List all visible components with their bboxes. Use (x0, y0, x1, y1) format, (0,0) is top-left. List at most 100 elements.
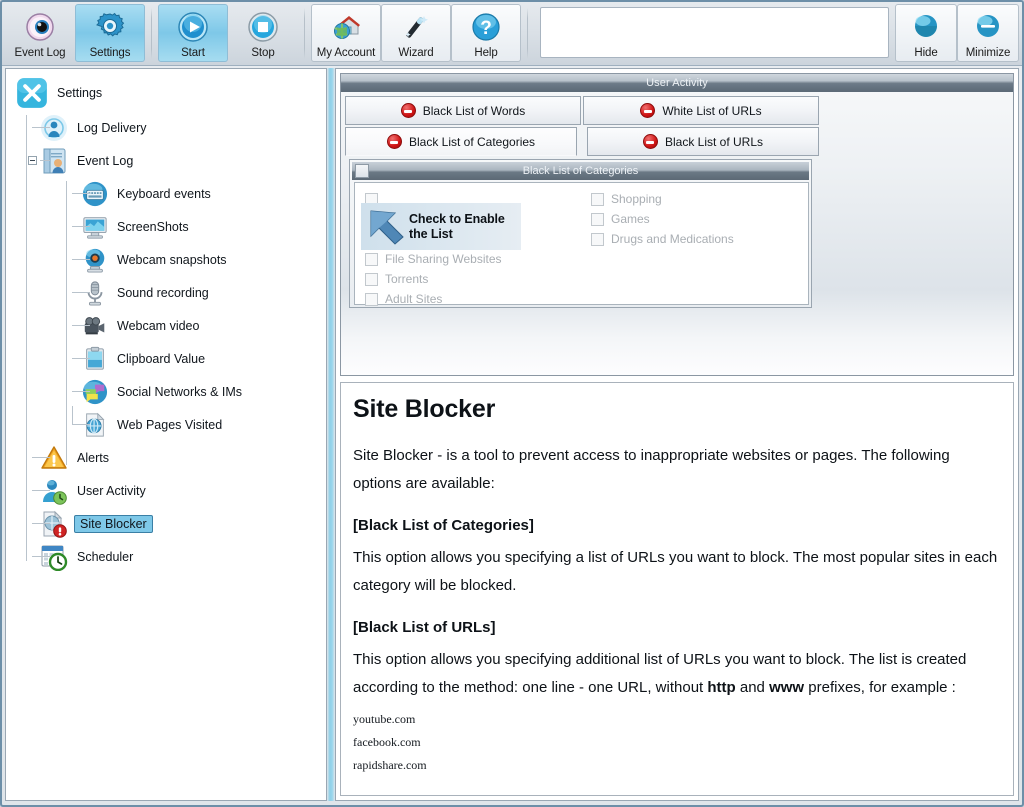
tree-line (72, 259, 90, 260)
tree-item-label: Event Log (77, 153, 134, 168)
toolbar-button-my-account[interactable]: My Account (311, 4, 381, 62)
no-entry-icon (400, 103, 416, 118)
tree-item-settings-root[interactable]: Settings (12, 75, 326, 111)
toolbar-button-label: Stop (251, 47, 275, 59)
tree-item-label: Webcam snapshots (117, 252, 227, 267)
tree-item-label: Webcam video (117, 318, 200, 333)
callout-line-2: the List (409, 226, 453, 241)
tab-label: White List of URLs (662, 103, 762, 118)
callout-line-1: Check to Enable (409, 211, 505, 226)
toolbar-button-event-log[interactable]: Event Log (5, 4, 75, 62)
checkbox-row-torrents[interactable]: Torrents (361, 269, 571, 289)
checkbox[interactable] (591, 212, 604, 226)
checkbox-row-file-sharing-websites[interactable]: File Sharing Websites (361, 249, 571, 269)
tree-item-clipboard-value[interactable]: Clipboard Value (12, 342, 326, 375)
checkbox-row-drugs-and-medications[interactable]: Drugs and Medications (587, 229, 802, 249)
tree-item-keyboard-events[interactable]: Keyboard events (12, 177, 326, 210)
toolbar-button-label: Hide (914, 47, 938, 59)
toolbar-separator (151, 8, 152, 59)
tree-line (32, 457, 50, 458)
tree-line (72, 424, 90, 425)
checkbox[interactable] (591, 192, 604, 206)
tab-black-list-of-urls[interactable]: Black List of URLs (587, 127, 819, 156)
tree-item-label: Keyboard events (117, 186, 211, 201)
toolbar-separator (304, 8, 305, 59)
tree-item-label: Sound recording (117, 285, 209, 300)
tab-label: Black List of Words (422, 103, 526, 118)
tab-black-list-of-categories[interactable]: Black List of Categories (345, 127, 577, 156)
toolbar-button-label: Settings (89, 47, 131, 59)
checkbox[interactable] (365, 252, 378, 266)
toolbar-button-minimize[interactable]: Minimize (957, 4, 1019, 62)
page-title: Site Blocker (353, 395, 496, 423)
checkbox[interactable] (591, 232, 604, 246)
urls-body-part2: and (735, 679, 770, 696)
settings-sidebar[interactable]: Settings Log Delivery Event Log Keyboard… (5, 68, 327, 801)
tree-item-label: Site Blocker (74, 514, 153, 533)
tree-item-webcam-snapshots[interactable]: Webcam snapshots (12, 243, 326, 276)
enable-list-checkbox[interactable] (355, 164, 369, 178)
group-title-bar: Black List of Categories (352, 162, 809, 180)
checkbox-row-shopping[interactable]: Shopping (587, 189, 802, 209)
toolbar-button-label: My Account (316, 47, 376, 59)
checkbox[interactable] (365, 292, 378, 306)
checkbox-label: Drugs and Medications (611, 232, 734, 246)
tree-item-label: Log Delivery (77, 120, 147, 135)
question-icon: ? (472, 13, 500, 41)
toolbar-button-start[interactable]: Start (158, 4, 228, 62)
tree-item-scheduler[interactable]: Scheduler (12, 540, 326, 573)
tree-item-user-activity[interactable]: User Activity (12, 474, 326, 507)
tree-item-social-networks-ims[interactable]: Social Networks & IMs (12, 375, 326, 408)
checkbox-row-adult-sites[interactable]: Adult Sites (361, 289, 571, 309)
stop-icon (248, 12, 278, 42)
toolbar-text-field[interactable] (540, 7, 889, 58)
settings-wrench-icon (17, 78, 47, 108)
tree-item-event-log[interactable]: Event Log (12, 144, 326, 177)
checkbox-row-games[interactable]: Games (587, 209, 802, 229)
tree-line (72, 358, 90, 359)
category-checkbox-list[interactable]: File Sharing Websites Torrents Adult Sit… (354, 182, 809, 306)
tree-item-screenshots[interactable]: ScreenShots (12, 210, 326, 243)
toolbar-button-label: Start (181, 47, 205, 59)
tree-item-label: Alerts (77, 450, 109, 465)
checkbox-label: Adult Sites (385, 292, 443, 306)
toolbar-separator (527, 8, 528, 59)
tree-item-web-pages-visited[interactable]: Web Pages Visited (12, 406, 326, 441)
panel-title-bar: User Activity (341, 74, 1013, 92)
example-url: facebook.com (353, 735, 421, 749)
black-list-categories-group: Black List of Categories File Sharing We… (349, 159, 812, 308)
enable-list-callout: Check to Enable the List (361, 203, 521, 250)
tree-item-label: Clipboard Value (117, 351, 206, 366)
tree-item-log-delivery[interactable]: Log Delivery (12, 111, 326, 144)
checkbox[interactable] (365, 272, 378, 286)
example-url: youtube.com (353, 712, 416, 726)
panel-splitter[interactable] (327, 68, 335, 801)
toolbar-button-settings[interactable]: Settings (75, 4, 145, 62)
play-icon (178, 12, 208, 42)
tab-strip: Black List of Words White List of URLs B… (341, 92, 1013, 156)
tree-expander-minus-icon[interactable] (28, 156, 37, 165)
toolbar-button-wizard[interactable]: Wizard (381, 4, 451, 62)
tree-item-webcam-video[interactable]: Webcam video (12, 309, 326, 342)
toolbar-button-hide[interactable]: Hide (895, 4, 957, 62)
tree-line (72, 406, 73, 424)
toolbar-button-stop[interactable]: Stop (228, 4, 298, 62)
category-column-right: Shopping Games Drugs and Medications (587, 189, 802, 249)
tree-item-alerts[interactable]: Alerts (12, 441, 326, 474)
toolbar-button-help[interactable]: ? Help (451, 4, 521, 62)
tree-item-label: Social Networks & IMs (117, 384, 243, 399)
tree-line (72, 226, 90, 227)
tree-item-sound-recording[interactable]: Sound recording (12, 276, 326, 309)
eye-icon (26, 13, 54, 41)
urls-bold-www: www (769, 679, 805, 696)
tab-white-list-of-urls[interactable]: White List of URLs (583, 96, 819, 125)
tree-line (32, 556, 50, 557)
window-body: Settings Log Delivery Event Log Keyboard… (2, 66, 1022, 805)
tree-item-site-blocker[interactable]: Site Blocker (12, 507, 326, 540)
magic-wand-icon (405, 16, 428, 38)
tree-line (40, 160, 50, 161)
tab-black-list-of-words[interactable]: Black List of Words (345, 96, 581, 125)
description-intro: Site Blocker - is a tool to prevent acce… (353, 447, 950, 492)
urls-body-part3: prefixes, for example : (804, 679, 956, 696)
